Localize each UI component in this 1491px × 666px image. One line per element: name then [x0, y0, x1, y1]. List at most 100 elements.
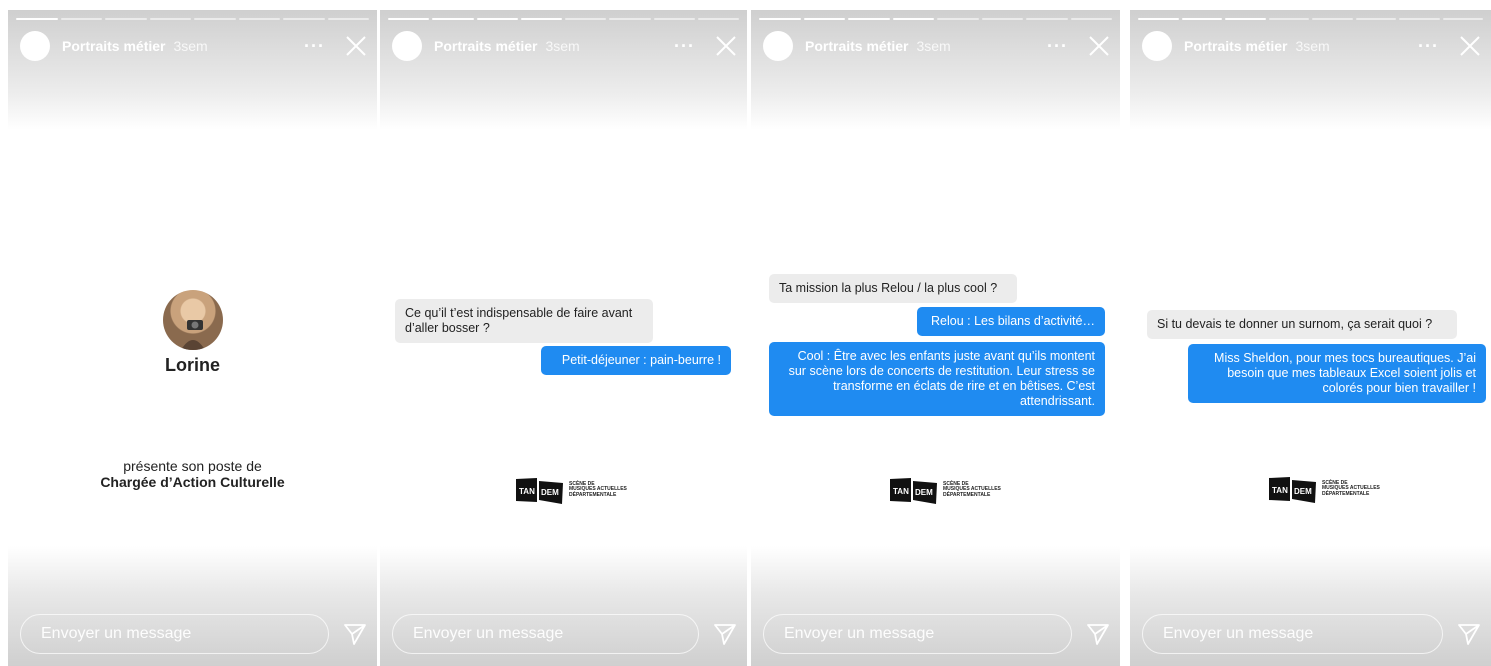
- logo-word-1: TAN: [893, 487, 909, 496]
- question-bubble: Ce qu’il t’est indispensable de faire av…: [395, 299, 653, 343]
- progress-segment: [1181, 18, 1222, 20]
- story-header: Portraits métier 3sem ···: [1142, 30, 1481, 62]
- answer-bubble: Relou : Les bilans d’activité…: [917, 307, 1105, 336]
- logo-tagline: SCÈNE DE MUSIQUES ACTUELLES DÉPARTEMENTA…: [1322, 480, 1380, 498]
- story-footer: Envoyer un message: [20, 612, 367, 656]
- answer-bubble: Miss Sheldon, pour mes tocs bureautiques…: [1188, 344, 1486, 403]
- tandem-logo-icon: TAN DEM: [890, 478, 937, 504]
- logo-tagline-line: DÉPARTEMENTALE: [569, 491, 617, 498]
- story-panel-4[interactable]: Portraits métier 3sem ··· Si tu devais t…: [1130, 10, 1491, 666]
- close-icon[interactable]: [345, 35, 367, 57]
- progress-segment: [388, 18, 430, 20]
- post-time: 3sem: [545, 38, 580, 54]
- account-name[interactable]: Portraits métier: [434, 38, 537, 54]
- progress-segment: [1442, 18, 1483, 20]
- progress-segment: [1138, 18, 1179, 20]
- progress-segment: [1225, 18, 1266, 20]
- story-header: Portraits métier 3sem ···: [763, 30, 1110, 62]
- progress-segment: [283, 18, 325, 20]
- story-header: Portraits métier 3sem ···: [392, 30, 737, 62]
- camera-icon: [181, 320, 205, 350]
- account-name[interactable]: Portraits métier: [62, 38, 165, 54]
- send-icon[interactable]: [1086, 622, 1110, 646]
- message-input[interactable]: Envoyer un message: [392, 614, 699, 654]
- send-icon[interactable]: [343, 622, 367, 646]
- tandem-logo-icon: TAN DEM: [1269, 477, 1316, 503]
- story-progress: [759, 18, 1112, 20]
- progress-segment: [697, 18, 739, 20]
- progress-segment: [653, 18, 695, 20]
- more-options-icon[interactable]: ···: [1047, 36, 1068, 57]
- close-icon[interactable]: [715, 35, 737, 57]
- more-options-icon[interactable]: ···: [304, 36, 325, 57]
- logo-tagline: SCÈNE DE MUSIQUES ACTUELLES DÉPARTEMENTA…: [943, 481, 1001, 499]
- top-gradient: [1130, 10, 1491, 130]
- answer-bubble: Petit-déjeuner : pain-beurre !: [541, 346, 731, 375]
- story-progress: [388, 18, 739, 20]
- progress-segment: [1268, 18, 1309, 20]
- top-gradient: [751, 10, 1120, 130]
- answer-bubble: Cool : Être avec les enfants juste avant…: [769, 342, 1105, 416]
- progress-segment: [520, 18, 562, 20]
- close-icon[interactable]: [1088, 35, 1110, 57]
- progress-segment: [149, 18, 191, 20]
- progress-segment: [238, 18, 280, 20]
- progress-segment: [194, 18, 236, 20]
- job-title: Chargée d’Action Culturelle: [100, 474, 285, 490]
- message-placeholder: Envoyer un message: [41, 625, 192, 642]
- account-avatar[interactable]: [1142, 31, 1172, 61]
- story-footer: Envoyer un message: [392, 612, 737, 656]
- story-footer: Envoyer un message: [1142, 612, 1481, 656]
- progress-segment: [848, 18, 890, 20]
- top-gradient: [8, 10, 377, 130]
- progress-segment: [105, 18, 147, 20]
- progress-segment: [432, 18, 474, 20]
- logo-word-2: DEM: [915, 488, 933, 497]
- progress-segment: [327, 18, 369, 20]
- story-progress: [1138, 18, 1483, 20]
- account-name[interactable]: Portraits métier: [805, 38, 908, 54]
- top-gradient: [380, 10, 747, 130]
- progress-segment: [60, 18, 102, 20]
- close-icon[interactable]: [1459, 35, 1481, 57]
- post-time: 3sem: [916, 38, 951, 54]
- progress-segment: [981, 18, 1023, 20]
- send-icon[interactable]: [1457, 622, 1481, 646]
- progress-segment: [609, 18, 651, 20]
- tandem-logo: TAN DEM SCÈNE DE MUSIQUES ACTUELLES DÉPA…: [1266, 474, 1380, 504]
- message-input[interactable]: Envoyer un message: [763, 614, 1072, 654]
- progress-segment: [16, 18, 58, 20]
- account-avatar[interactable]: [763, 31, 793, 61]
- logo-word-2: DEM: [1294, 487, 1312, 496]
- story-panel-2[interactable]: Portraits métier 3sem ··· Ce qu’il t’est…: [380, 10, 747, 666]
- progress-segment: [565, 18, 607, 20]
- message-input[interactable]: Envoyer un message: [1142, 614, 1443, 654]
- message-placeholder: Envoyer un message: [784, 625, 935, 642]
- tandem-logo: TAN DEM SCÈNE DE MUSIQUES ACTUELLES DÉPA…: [513, 475, 627, 505]
- progress-segment: [892, 18, 934, 20]
- send-icon[interactable]: [713, 622, 737, 646]
- account-avatar[interactable]: [392, 31, 422, 61]
- story-panel-1[interactable]: Portraits métier 3sem ··· Lorine présent…: [8, 10, 377, 666]
- intro-text: présente son poste de: [123, 458, 262, 474]
- logo-word-1: TAN: [519, 487, 535, 496]
- progress-segment: [803, 18, 845, 20]
- more-options-icon[interactable]: ···: [1418, 36, 1439, 57]
- story-panel-3[interactable]: Portraits métier 3sem ··· Ta mission la …: [751, 10, 1120, 666]
- progress-segment: [1070, 18, 1112, 20]
- progress-segment: [1312, 18, 1353, 20]
- logo-tagline: SCÈNE DE MUSIQUES ACTUELLES DÉPARTEMENTA…: [569, 481, 627, 499]
- logo-word-1: TAN: [1272, 486, 1288, 495]
- more-options-icon[interactable]: ···: [674, 36, 695, 57]
- message-placeholder: Envoyer un message: [413, 625, 564, 642]
- message-input[interactable]: Envoyer un message: [20, 614, 329, 654]
- message-placeholder: Envoyer un message: [1163, 625, 1314, 642]
- progress-segment: [1026, 18, 1068, 20]
- post-time: 3sem: [1295, 38, 1330, 54]
- account-name[interactable]: Portraits métier: [1184, 38, 1287, 54]
- account-avatar[interactable]: [20, 31, 50, 61]
- question-bubble: Ta mission la plus Relou / la plus cool …: [769, 274, 1017, 303]
- tandem-logo: TAN DEM SCÈNE DE MUSIQUES ACTUELLES DÉPA…: [887, 475, 1001, 505]
- story-header: Portraits métier 3sem ···: [20, 30, 367, 62]
- progress-segment: [759, 18, 801, 20]
